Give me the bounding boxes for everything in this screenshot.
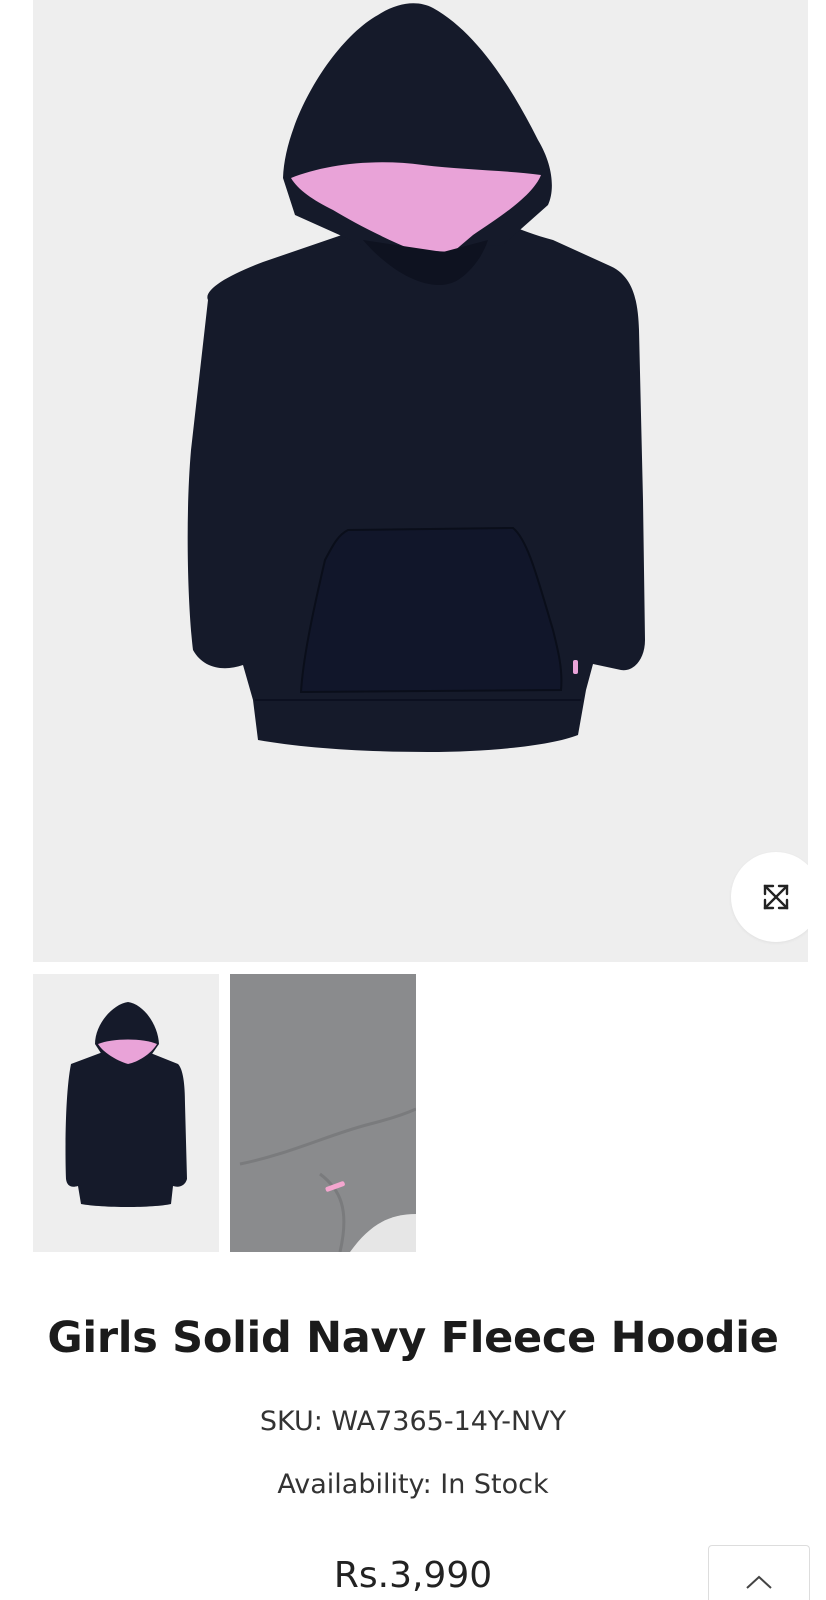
thumbnail-front[interactable] <box>33 974 219 1252</box>
hoodie-thumbnail-image <box>65 1002 187 1207</box>
product-sku: SKU: WA7365-14Y-NVY <box>259 1406 567 1437</box>
main-product-image[interactable] <box>33 0 808 962</box>
chevron-up-icon <box>746 1575 772 1589</box>
fabric-closeup-image <box>230 974 416 1252</box>
expand-icon <box>763 884 789 910</box>
product-price: Rs.3,990 <box>333 1555 493 1596</box>
product-availability: Availability: In Stock <box>277 1469 549 1500</box>
product-title: Girls Solid Navy Fleece Hoodie <box>47 1313 779 1363</box>
hoodie-image <box>187 3 645 752</box>
thumbnail-closeup[interactable] <box>230 974 416 1252</box>
scroll-to-top-button[interactable] <box>708 1545 810 1600</box>
